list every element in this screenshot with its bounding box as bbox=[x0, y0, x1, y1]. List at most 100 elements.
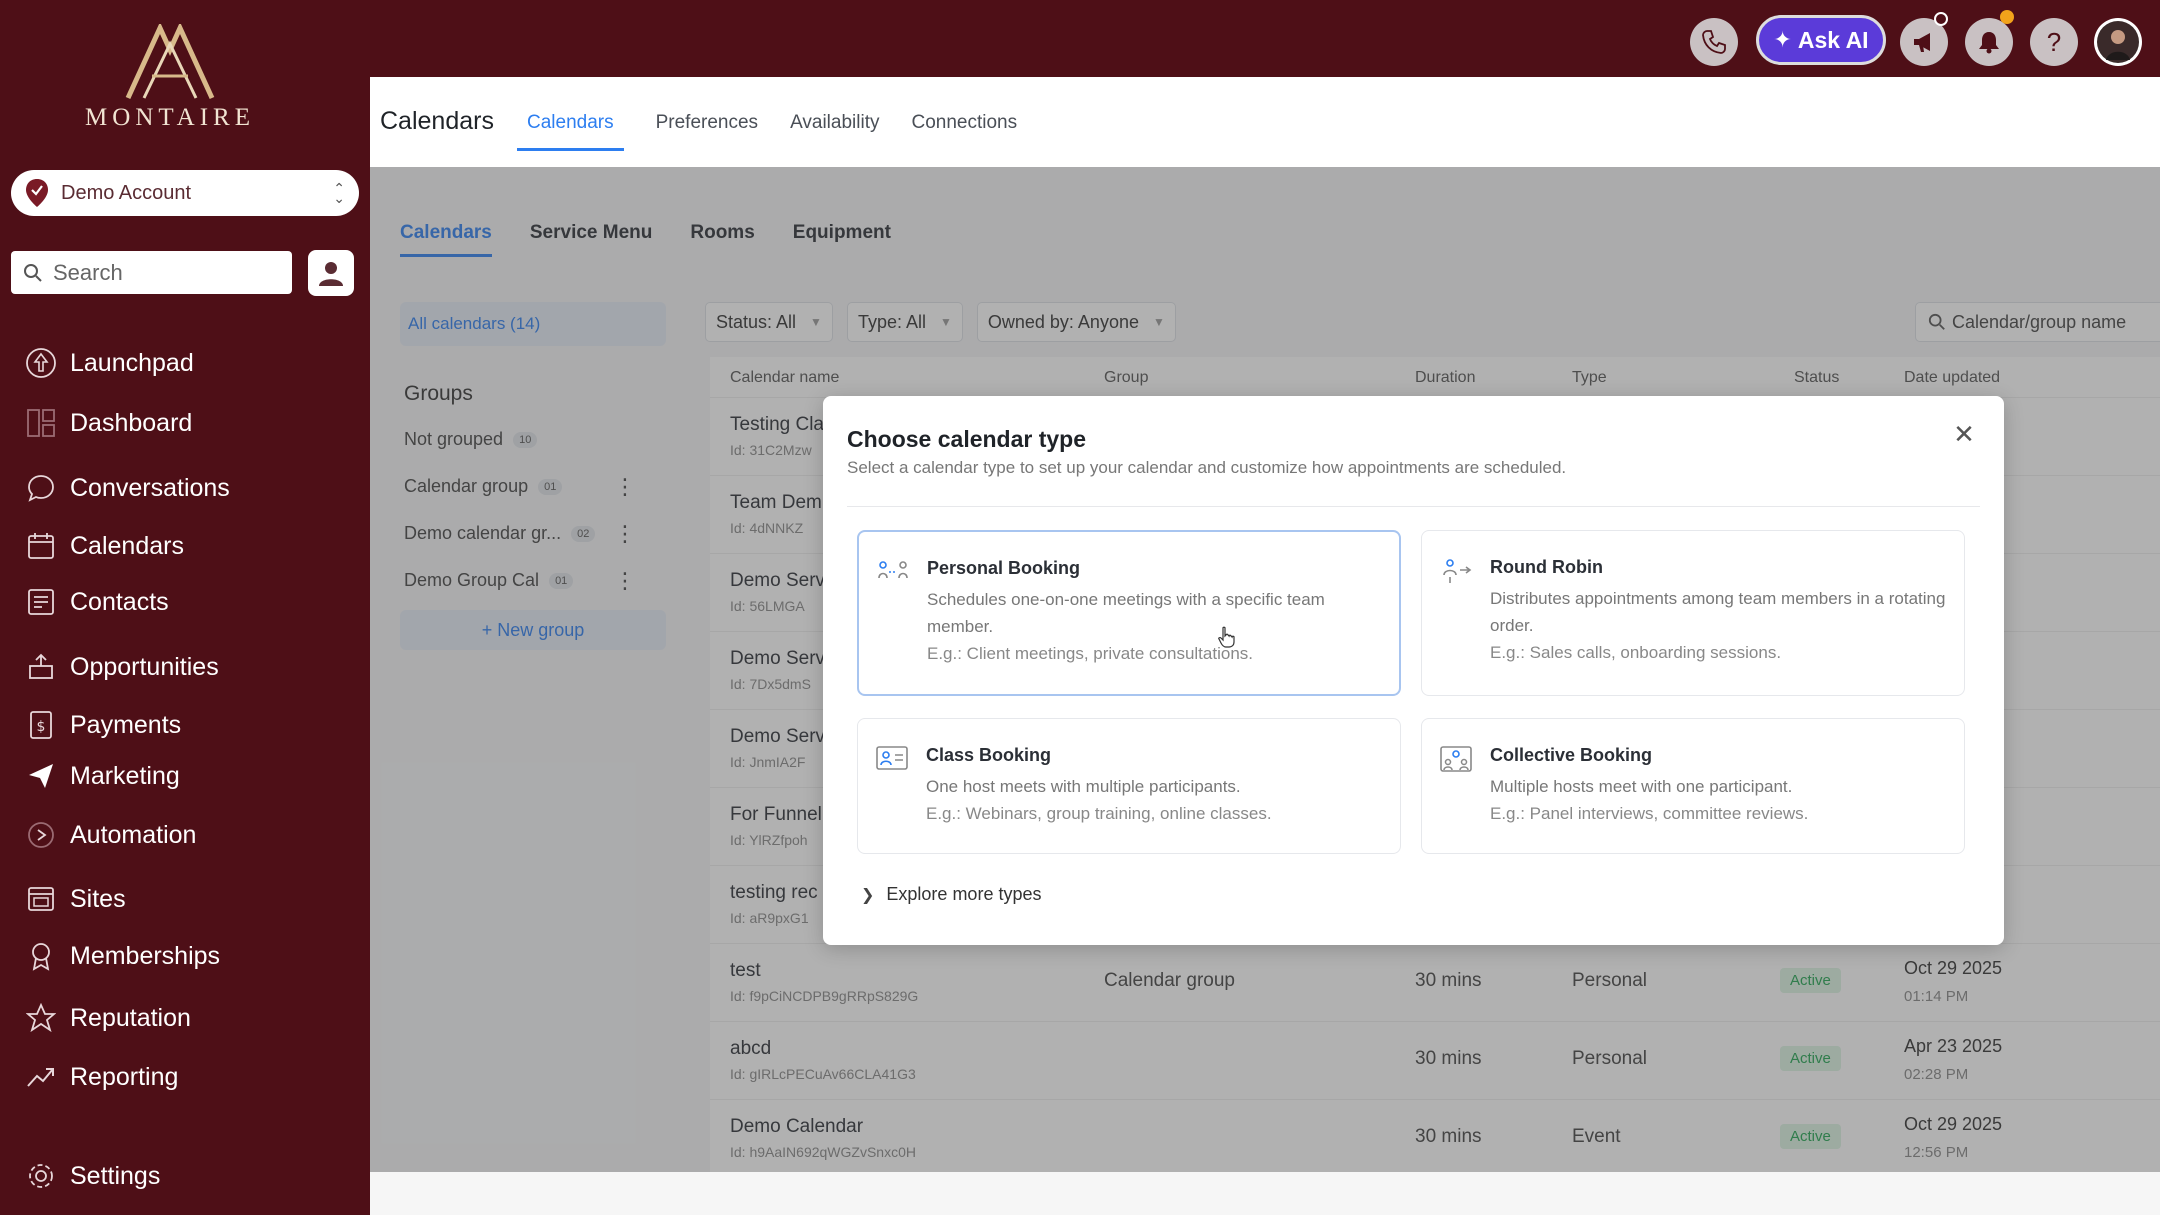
nav-marketing[interactable]: Marketing bbox=[24, 756, 180, 796]
phone-button[interactable] bbox=[1690, 18, 1738, 66]
montaire-logo-icon bbox=[125, 24, 215, 100]
calendar-icon bbox=[24, 529, 58, 563]
nav-contacts[interactable]: Contacts bbox=[24, 582, 169, 622]
header-tabs: Calendars Preferences Availability Conne… bbox=[517, 112, 1049, 151]
brand-logo[interactable]: MONTAIRE bbox=[0, 24, 340, 132]
nav-launchpad[interactable]: Launchpad bbox=[24, 343, 194, 383]
notifications-button[interactable] bbox=[1965, 18, 2013, 66]
card-desc-text: One host meets with multiple participant… bbox=[926, 777, 1241, 796]
nav-label: Memberships bbox=[70, 941, 221, 970]
contacts-icon bbox=[24, 585, 58, 619]
nav-calendars[interactable]: Calendars bbox=[24, 526, 184, 566]
card-personal-booking[interactable]: Personal Booking Schedules one-on-one me… bbox=[857, 530, 1401, 696]
card-example: E.g.: Sales calls, onboarding sessions. bbox=[1490, 643, 1782, 662]
nav-automation[interactable]: Automation bbox=[24, 815, 196, 855]
tab-calendars[interactable]: Calendars bbox=[517, 112, 624, 151]
sidebar-search[interactable] bbox=[11, 251, 292, 294]
card-description: Multiple hosts meet with one participant… bbox=[1490, 773, 1950, 827]
sidebar-search-input[interactable] bbox=[53, 259, 273, 286]
ask-ai-button[interactable]: ✦ Ask AI bbox=[1756, 15, 1886, 65]
dashboard-icon bbox=[24, 406, 58, 440]
nav-label: Dashboard bbox=[70, 408, 193, 437]
nav-reporting[interactable]: Reporting bbox=[24, 1057, 178, 1097]
notification-dot bbox=[2000, 10, 2014, 24]
nav-payments[interactable]: $ Payments bbox=[24, 705, 181, 745]
sparkle-icon: ✦ bbox=[1773, 27, 1792, 52]
card-desc-text: Schedules one-on-one meetings with a spe… bbox=[927, 590, 1325, 636]
nav-memberships[interactable]: Memberships bbox=[24, 936, 220, 976]
svg-text:$: $ bbox=[37, 719, 46, 735]
card-collective-booking[interactable]: Collective Booking Multiple hosts meet w… bbox=[1421, 718, 1965, 854]
nav-label: Opportunities bbox=[70, 652, 219, 681]
account-switcher[interactable]: Demo Account ⌃ ⌄ bbox=[11, 170, 359, 216]
card-title: Class Booking bbox=[926, 745, 1052, 765]
collective-booking-icon bbox=[1440, 746, 1472, 772]
sites-icon bbox=[24, 882, 58, 916]
close-icon[interactable]: ✕ bbox=[1952, 421, 1976, 447]
announcement-dot bbox=[1934, 12, 1948, 26]
nav-label: Conversations bbox=[70, 473, 230, 502]
phone-icon bbox=[1702, 30, 1726, 54]
nav-conversations[interactable]: Conversations bbox=[24, 468, 230, 508]
tab-preferences[interactable]: Preferences bbox=[656, 112, 758, 151]
nav-dashboard[interactable]: Dashboard bbox=[24, 403, 192, 443]
nav-sites[interactable]: Sites bbox=[24, 879, 126, 919]
help-button[interactable]: ? bbox=[2030, 18, 2078, 66]
tab-connections[interactable]: Connections bbox=[911, 112, 1017, 151]
card-desc-text: Multiple hosts meet with one participant… bbox=[1490, 777, 1793, 796]
card-example: E.g.: Panel interviews, committee review… bbox=[1490, 804, 1809, 823]
chat-icon bbox=[24, 471, 58, 505]
nav-label: Reporting bbox=[70, 1062, 179, 1091]
nav-opportunities[interactable]: Opportunities bbox=[24, 647, 219, 687]
logo-text: MONTAIRE bbox=[85, 104, 255, 131]
class-booking-icon bbox=[876, 746, 908, 770]
nav-label: Launchpad bbox=[70, 348, 194, 377]
nav-label: Payments bbox=[70, 710, 182, 739]
chevron-right-icon: ❯ bbox=[861, 886, 875, 904]
award-icon bbox=[24, 939, 58, 973]
modal-divider bbox=[847, 506, 1980, 507]
card-description: Distributes appointments among team memb… bbox=[1490, 585, 1950, 666]
avatar-icon bbox=[2097, 21, 2139, 63]
personal-booking-icon bbox=[878, 561, 908, 579]
automation-icon bbox=[24, 818, 58, 852]
card-title: Round Robin bbox=[1490, 557, 1603, 577]
chevron-updown-icon: ⌃ ⌄ bbox=[333, 180, 345, 206]
account-name: Demo Account bbox=[61, 181, 192, 204]
megaphone-icon bbox=[1914, 33, 1930, 52]
card-description: One host meets with multiple participant… bbox=[926, 773, 1386, 827]
explore-more-types[interactable]: ❯ Explore more types bbox=[861, 884, 1041, 905]
choose-calendar-type-modal: Choose calendar type Select a calendar t… bbox=[823, 396, 2004, 945]
top-bar: ✦ Ask AI ? bbox=[370, 0, 2160, 77]
nav-label: Calendars bbox=[70, 531, 184, 560]
card-example: E.g.: Webinars, group training, online c… bbox=[926, 804, 1272, 823]
gear-icon bbox=[24, 1159, 58, 1193]
nav-settings[interactable]: Settings bbox=[24, 1156, 160, 1196]
nav-label: Settings bbox=[70, 1161, 161, 1190]
round-robin-icon bbox=[1443, 559, 1472, 583]
nav-label: Automation bbox=[70, 820, 197, 849]
trend-icon bbox=[24, 1060, 58, 1094]
card-example: E.g.: Client meetings, private consultat… bbox=[927, 644, 1253, 663]
send-icon bbox=[24, 759, 58, 793]
star-icon bbox=[24, 1001, 58, 1035]
card-round-robin[interactable]: Round Robin Distributes appointments amo… bbox=[1421, 530, 1965, 696]
user-icon bbox=[319, 262, 343, 286]
nav-reputation[interactable]: Reputation bbox=[24, 998, 191, 1038]
card-title: Collective Booking bbox=[1490, 745, 1653, 765]
bottom-strip bbox=[370, 1172, 2160, 1215]
launchpad-icon bbox=[24, 346, 58, 380]
card-class-booking[interactable]: Class Booking One host meets with multip… bbox=[857, 718, 1401, 854]
explore-label: Explore more types bbox=[886, 884, 1042, 904]
bell-icon bbox=[1979, 32, 1999, 54]
avatar[interactable] bbox=[2094, 18, 2142, 66]
nav-label: Sites bbox=[70, 884, 126, 913]
payments-icon: $ bbox=[24, 708, 58, 742]
search-icon bbox=[24, 263, 42, 282]
user-profile-button[interactable] bbox=[308, 250, 354, 296]
page-title: Calendars bbox=[380, 107, 494, 135]
modal-title: Choose calendar type bbox=[847, 426, 1087, 452]
location-pin-icon bbox=[26, 179, 48, 207]
nav-label: Reputation bbox=[70, 1003, 191, 1032]
tab-availability[interactable]: Availability bbox=[790, 112, 879, 151]
